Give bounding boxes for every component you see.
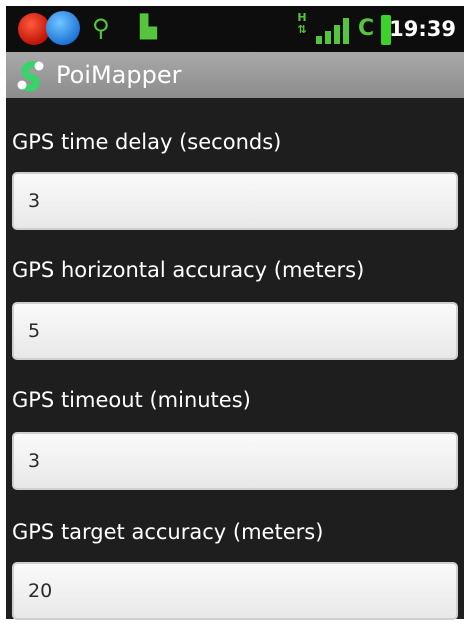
gps-horizontal-accuracy-input[interactable]: 5 xyxy=(12,302,458,360)
phone-screen: ⚲ ▙ H ⇅ C 19:39 PoiMapper GPS time delay … xyxy=(0,0,470,625)
gps-time-delay-input[interactable]: 3 xyxy=(12,172,458,230)
status-clock: 19:39 xyxy=(389,17,456,41)
data-indicator-text: H xyxy=(297,11,307,24)
gps-time-delay-label: GPS time delay (seconds) xyxy=(12,130,282,154)
signal-bars-icon xyxy=(316,18,352,44)
gps-timeout-input[interactable]: 3 xyxy=(12,432,458,490)
wifi-icon xyxy=(46,11,80,45)
android-icon: ▙ xyxy=(140,15,157,40)
gps-horizontal-accuracy-label: GPS horizontal accuracy (meters) xyxy=(12,258,365,282)
app-logo-icon xyxy=(17,61,44,92)
gps-target-accuracy-label: GPS target accuracy (meters) xyxy=(12,520,324,544)
app-title: PoiMapper xyxy=(56,61,182,89)
carrier-indicator: C xyxy=(358,16,375,41)
usb-icon: ⚲ xyxy=(92,14,110,42)
status-bar: ⚲ ▙ H ⇅ C 19:39 xyxy=(6,6,464,52)
gps-target-accuracy-input[interactable]: 20 xyxy=(12,562,458,620)
gps-timeout-label: GPS timeout (minutes) xyxy=(12,388,251,412)
settings-list: GPS time delay (seconds) 3 GPS horizonta… xyxy=(6,98,464,620)
title-bar: PoiMapper xyxy=(6,52,464,98)
data-h-icon: H ⇅ xyxy=(297,11,307,36)
